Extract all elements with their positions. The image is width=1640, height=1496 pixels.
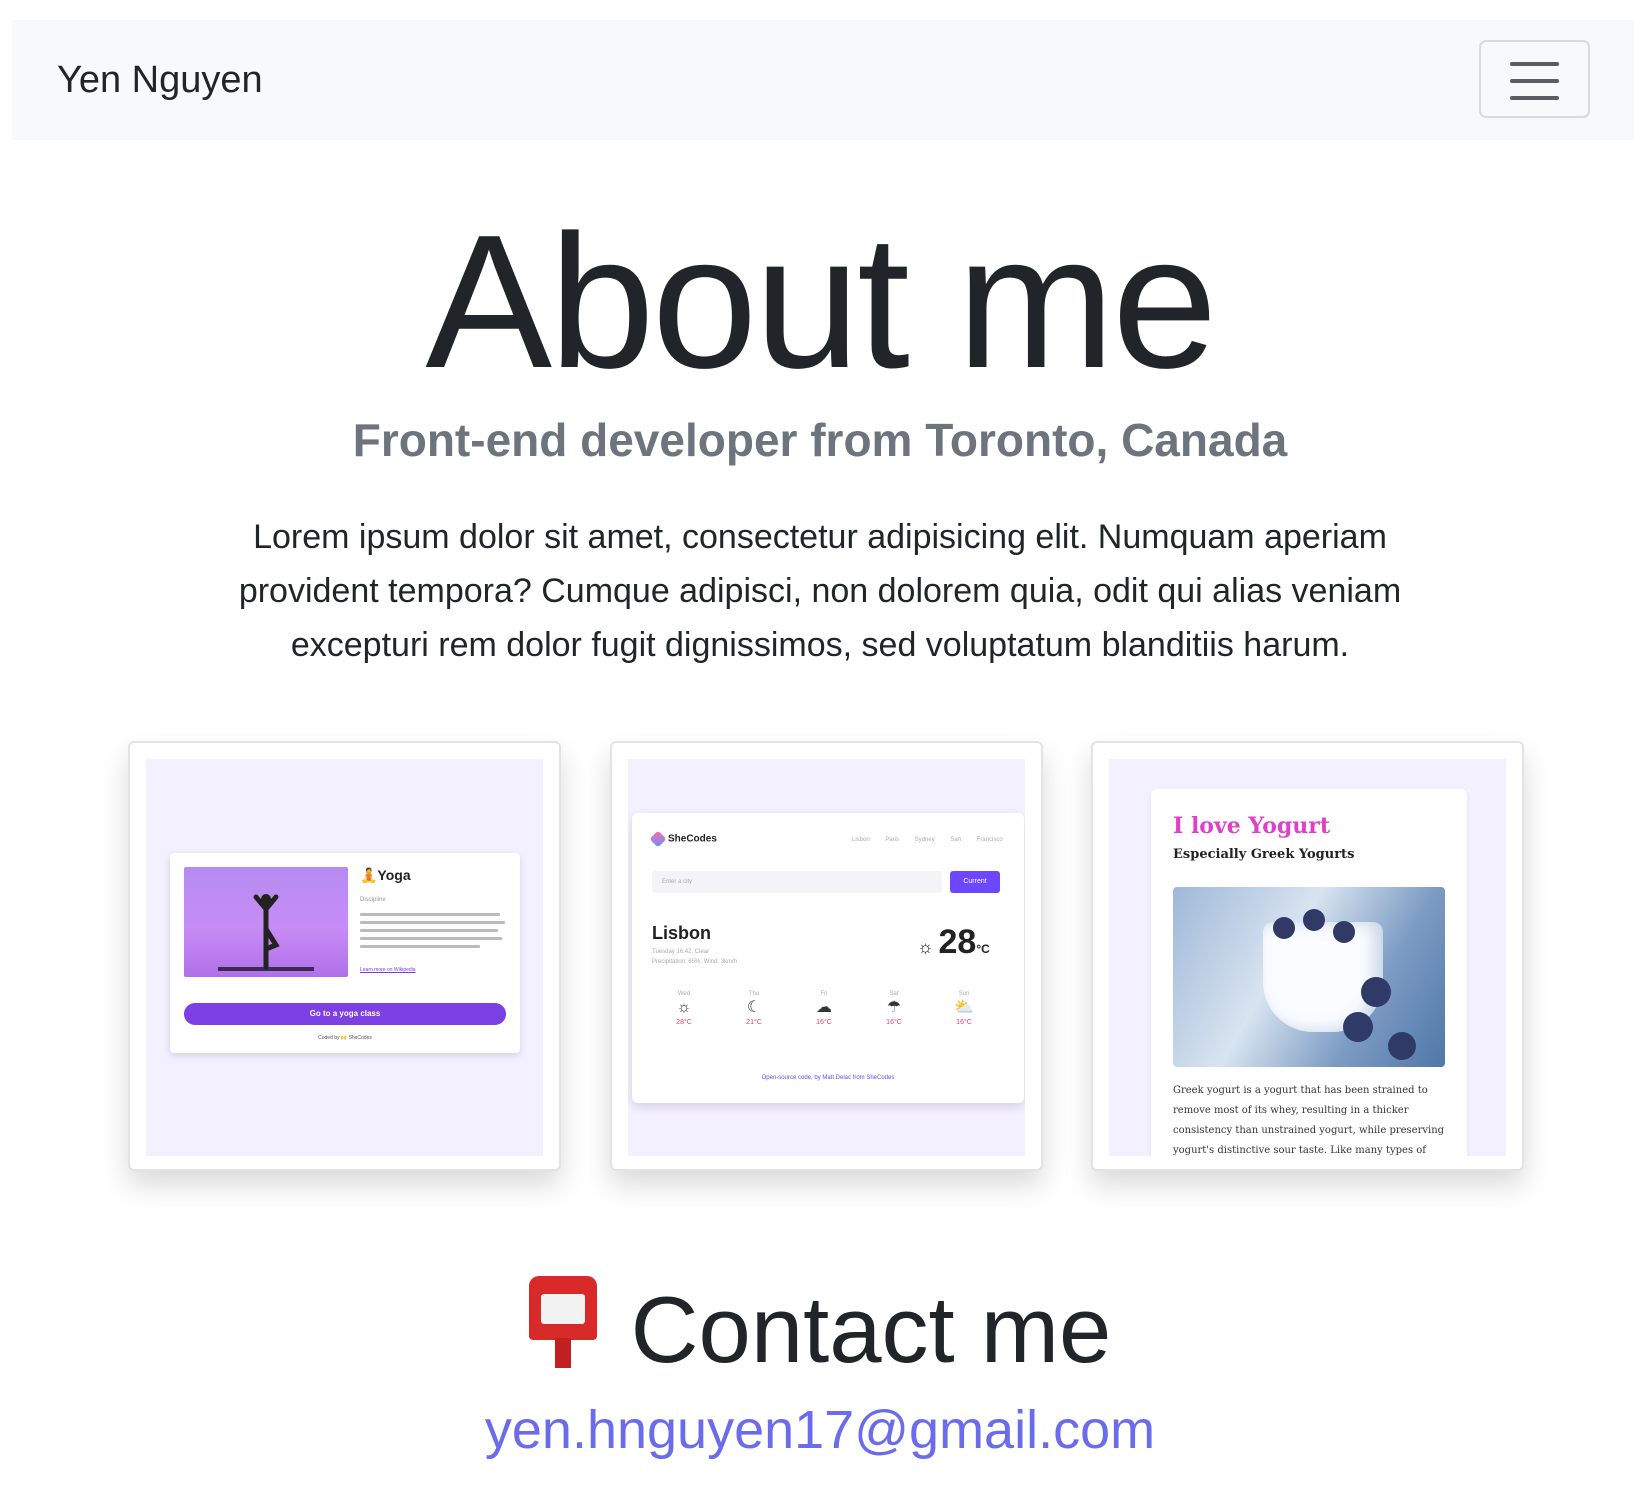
- moon-icon: ☾: [746, 999, 762, 1016]
- rain-icon: ☂: [886, 999, 902, 1016]
- navbar: Yen Nguyen: [12, 20, 1634, 140]
- postbox-icon: [528, 1276, 597, 1368]
- sun-icon: ☼: [676, 999, 692, 1016]
- navbar-toggle-button[interactable]: [1479, 40, 1590, 118]
- yogurt-text: Greek yogurt is a yogurt that has been s…: [1173, 1085, 1445, 1156]
- forecast-day: Wed ☼ 28°C: [654, 991, 714, 1026]
- yoga-coded-by: Coded by 🙌 SheCodes: [318, 1035, 372, 1041]
- partly-cloudy-icon: ⛅: [954, 999, 974, 1016]
- project-card-yoga[interactable]: 🧘Yoga Discipline Learn more on Wikipedia…: [128, 741, 561, 1171]
- weather-city-tabs: Lisbon Paris Sydney San Francisco: [852, 837, 1003, 843]
- yoga-wiki-link: Learn more on Wikipedia: [360, 967, 416, 973]
- yoga-title: 🧘Yoga: [360, 867, 411, 883]
- weather-temperature: ☼ 28°C: [917, 923, 990, 961]
- yogurt-title: I love Yogurt: [1173, 813, 1331, 839]
- shecodes-logo: SheCodes: [649, 830, 717, 848]
- weather-search-input: Enter a city: [652, 871, 942, 893]
- weather-meta: Tuesday 16:42, Clear Precipitation: 65%,…: [652, 949, 738, 965]
- contact-heading: Contact me: [0, 1275, 1640, 1385]
- yogurt-image: [1173, 887, 1445, 1067]
- yogurt-subtitle: Especially Greek Yogurts: [1173, 847, 1355, 862]
- page-title: About me: [425, 196, 1217, 408]
- yoga-pose-image: [184, 867, 348, 977]
- yoga-description-lines: [360, 913, 505, 953]
- hamburger-menu-icon: [1510, 62, 1559, 66]
- weather-footer: Open-source code, by Matt Delac from She…: [761, 1075, 895, 1081]
- project-card-weather[interactable]: SheCodes Lisbon Paris Sydney San Francis…: [610, 741, 1043, 1171]
- project-card-yogurt[interactable]: I love Yogurt Especially Greek Yogurts G…: [1091, 741, 1524, 1171]
- forecast-day: Fri ☁ 16°C: [794, 991, 854, 1026]
- yogurt-preview-card: I love Yogurt Especially Greek Yogurts G…: [1151, 789, 1467, 1156]
- project-screenshot-yoga: 🧘Yoga Discipline Learn more on Wikipedia…: [146, 759, 543, 1156]
- forecast-day: Thu ☾ 21°C: [724, 991, 784, 1026]
- cloud-icon: ☁: [816, 999, 832, 1016]
- page-subtitle: Front-end developer from Toronto, Canada: [352, 414, 1288, 466]
- forecast-day: Sat ☂ 16°C: [864, 991, 924, 1026]
- yoga-preview-card: 🧘Yoga Discipline Learn more on Wikipedia…: [170, 853, 520, 1053]
- project-screenshot-weather: SheCodes Lisbon Paris Sydney San Francis…: [628, 759, 1025, 1156]
- forecast-day: Sun ⛅ 16°C: [934, 991, 994, 1026]
- intro-paragraph: Lorem ipsum dolor sit amet, consectetur …: [238, 518, 1402, 664]
- yoga-class-button: Go to a yoga class: [184, 1003, 506, 1025]
- weather-preview-card: SheCodes Lisbon Paris Sydney San Francis…: [632, 813, 1024, 1103]
- project-screenshot-yogurt: I love Yogurt Especially Greek Yogurts G…: [1109, 759, 1506, 1156]
- yoga-discipline: Discipline: [360, 897, 386, 903]
- navbar-brand[interactable]: Yen Nguyen: [57, 58, 263, 102]
- weather-city: Lisbon: [652, 923, 711, 943]
- contact-email-link[interactable]: yen.hnguyen17@gmail.com: [0, 1398, 1640, 1462]
- weather-current-button: Current: [950, 871, 1000, 893]
